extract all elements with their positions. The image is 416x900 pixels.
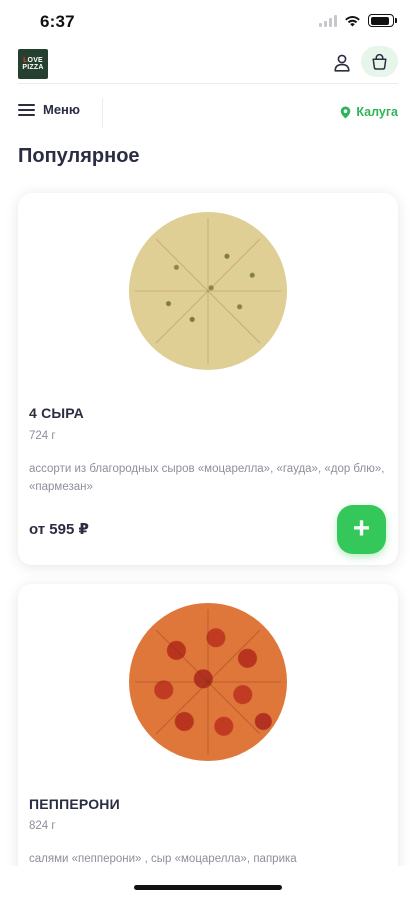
wifi-icon [345,15,360,26]
status-time: 6:37 [40,12,75,31]
product-card[interactable]: 4 СЫРА 724 г ассорти из благородных сыро… [18,193,398,565]
location-pin-icon [341,106,351,118]
battery-icon [368,14,397,27]
pizza-slices [135,218,281,364]
user-icon [334,54,350,72]
add-to-cart-button[interactable]: + [337,505,386,554]
status-icons [319,14,397,27]
product-weight: 724 г [29,430,56,442]
battery-level [370,16,390,25]
city-label: Калуга [356,105,398,119]
product-image [129,212,287,370]
product-card[interactable]: ПЕППЕРОНИ 824 г салями «пепперони» , сыр… [18,584,398,900]
product-price: от 595 ₽ [29,521,89,538]
menu-divider [102,98,103,128]
bottom-safe-area [0,866,416,900]
city-selector[interactable]: Калуга [340,105,398,119]
logo-text-top: LOVE [23,57,43,64]
logo[interactable]: LOVE PIZZA [18,49,48,79]
profile-button[interactable] [330,51,354,75]
status-bar: 6:37 [0,0,416,44]
logo-text-bottom: PIZZA [22,64,44,71]
pizza-slices [135,609,281,755]
product-description: ассорти из благородных сыров «моцарелла»… [29,463,385,493]
signal-icon [319,14,337,27]
hamburger-icon [18,103,35,116]
home-indicator[interactable] [134,885,282,890]
cart-button[interactable] [361,46,398,77]
product-name: ПЕППЕРОНИ [29,796,120,812]
product-name: 4 СЫРА [29,405,84,421]
menu-bar: Меню Калуга [18,98,398,130]
basket-icon [372,53,387,70]
menu-label: Меню [43,102,81,117]
section-title: Популярное [18,145,140,167]
app-header: LOVE PIZZA [18,46,398,84]
menu-button[interactable]: Меню [18,102,80,117]
product-weight: 824 г [29,820,56,832]
product-image [129,603,287,761]
plus-icon: + [352,511,371,545]
